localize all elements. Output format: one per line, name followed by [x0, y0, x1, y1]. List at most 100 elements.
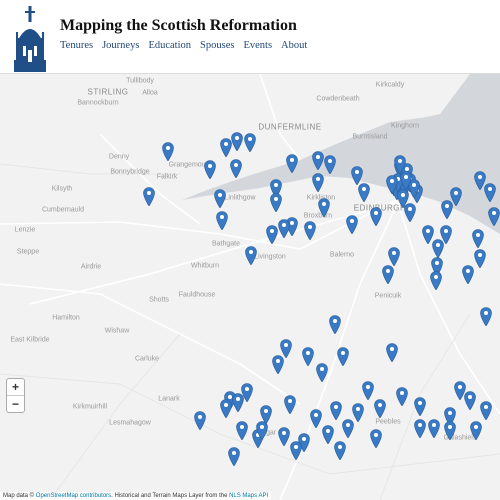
map-pin-icon[interactable] — [256, 421, 268, 440]
map-pin-icon[interactable] — [162, 142, 174, 161]
site-title[interactable]: Mapping the Scottish Reformation — [60, 17, 297, 35]
map-pin-icon[interactable] — [284, 395, 296, 414]
map-pin-icon[interactable] — [304, 221, 316, 240]
place-label: East Kilbride — [10, 336, 50, 344]
map-pin-icon[interactable] — [245, 246, 257, 265]
map-pin-icon[interactable] — [488, 207, 500, 226]
map-view[interactable]: Tullibody Alloa STIRLING Bannockburn DUN… — [0, 74, 500, 500]
site-header: Mapping the Scottish Reformation Tenures… — [0, 0, 500, 74]
place-label: Airdrie — [80, 263, 102, 271]
map-pin-icon[interactable] — [329, 315, 341, 334]
map-pin-icon[interactable] — [396, 387, 408, 406]
map-pin-icon[interactable] — [270, 193, 282, 212]
map-pin-icon[interactable] — [286, 154, 298, 173]
map-pin-icon[interactable] — [480, 307, 492, 326]
place-label: DUNFERMLINE — [258, 122, 322, 132]
map-pin-icon[interactable] — [214, 189, 226, 208]
osm-link[interactable]: OpenStreetMap contributors — [36, 493, 111, 499]
place-label: Alloa — [142, 89, 158, 97]
place-label: Kirkmuirhill — [72, 403, 108, 411]
map-pin-icon[interactable] — [322, 425, 334, 444]
map-pin-icon[interactable] — [414, 419, 426, 438]
map-pin-icon[interactable] — [440, 225, 452, 244]
place-label: Burntisland — [352, 133, 388, 141]
map-pin-icon[interactable] — [370, 429, 382, 448]
map-pin-icon[interactable] — [324, 155, 336, 174]
map-pin-icon[interactable] — [204, 160, 216, 179]
map-pin-icon[interactable] — [312, 173, 324, 192]
map-pin-icon[interactable] — [236, 421, 248, 440]
map-pin-icon[interactable] — [428, 419, 440, 438]
map-pin-icon[interactable] — [374, 399, 386, 418]
nav-education[interactable]: Education — [148, 40, 191, 51]
map-pin-icon[interactable] — [278, 427, 290, 446]
map-pin-icon[interactable] — [278, 219, 290, 238]
nav-events[interactable]: Events — [243, 40, 272, 51]
map-pin-icon[interactable] — [342, 419, 354, 438]
map-pin-icon[interactable] — [400, 171, 412, 190]
map-pin-icon[interactable] — [362, 381, 374, 400]
place-label: Whitburn — [190, 262, 220, 270]
place-label: Balerno — [329, 251, 355, 259]
map-pin-icon[interactable] — [231, 132, 243, 151]
map-pin-icon[interactable] — [382, 265, 394, 284]
map-pin-icon[interactable] — [480, 401, 492, 420]
map-pin-icon[interactable] — [302, 347, 314, 366]
place-label: Steppe — [16, 248, 40, 256]
map-pin-icon[interactable] — [272, 355, 284, 374]
logo-icon[interactable] — [10, 2, 50, 72]
map-pin-icon[interactable] — [312, 151, 324, 170]
map-pin-icon[interactable] — [430, 271, 442, 290]
place-label: Cowdenbeath — [316, 95, 360, 103]
place-label: Penicuik — [374, 292, 402, 300]
map-pin-icon[interactable] — [228, 447, 240, 466]
nav-spouses[interactable]: Spouses — [200, 40, 234, 51]
map-pin-icon[interactable] — [318, 198, 330, 217]
map-pin-icon[interactable] — [397, 189, 409, 208]
map-pin-icon[interactable] — [334, 441, 346, 460]
place-label: Kinghorn — [390, 122, 420, 130]
map-pin-icon[interactable] — [230, 159, 242, 178]
place-label: Shotts — [149, 296, 169, 304]
map-pin-icon[interactable] — [143, 187, 155, 206]
map-pin-icon[interactable] — [330, 401, 342, 420]
zoom-out-button[interactable]: − — [7, 395, 24, 412]
map-pin-icon[interactable] — [472, 229, 484, 248]
map-pin-icon[interactable] — [216, 211, 228, 230]
place-label: Livingston — [254, 253, 286, 261]
place-label: Linlithgow — [224, 194, 256, 202]
map-pin-icon[interactable] — [220, 399, 232, 418]
map-pin-icon[interactable] — [316, 363, 328, 382]
map-pin-icon[interactable] — [414, 397, 426, 416]
place-label: Lenzie — [14, 226, 36, 234]
nav-journeys[interactable]: Journeys — [102, 40, 139, 51]
map-pin-icon[interactable] — [484, 183, 496, 202]
map-pin-icon[interactable] — [386, 343, 398, 362]
place-label: Peebles — [375, 418, 401, 426]
place-label: Falkirk — [156, 173, 178, 181]
nav-about[interactable]: About — [281, 40, 307, 51]
nls-link[interactable]: NLS Maps API — [229, 493, 268, 499]
map-pin-icon[interactable] — [290, 441, 302, 460]
nav-tenures[interactable]: Tenures — [60, 40, 93, 51]
map-pin-icon[interactable] — [462, 265, 474, 284]
map-pin-icon[interactable] — [194, 411, 206, 430]
place-label: STIRLING — [87, 87, 129, 97]
map-pin-icon[interactable] — [266, 225, 278, 244]
map-pin-icon[interactable] — [358, 183, 370, 202]
map-pin-icon[interactable] — [337, 347, 349, 366]
place-label: Lanark — [158, 395, 180, 403]
map-pin-icon[interactable] — [370, 207, 382, 226]
map-pin-icon[interactable] — [310, 409, 322, 428]
map-pin-icon[interactable] — [470, 421, 482, 440]
map-pin-icon[interactable] — [232, 393, 244, 412]
map-pin-icon[interactable] — [450, 187, 462, 206]
map-pin-icon[interactable] — [454, 381, 466, 400]
map-pin-icon[interactable] — [346, 215, 358, 234]
zoom-in-button[interactable]: + — [7, 379, 24, 395]
place-label: Denny — [108, 153, 130, 161]
map-pin-icon[interactable] — [444, 421, 456, 440]
map-pin-icon[interactable] — [388, 247, 400, 266]
map-pin-icon[interactable] — [474, 249, 486, 268]
map-pin-icon[interactable] — [244, 133, 256, 152]
